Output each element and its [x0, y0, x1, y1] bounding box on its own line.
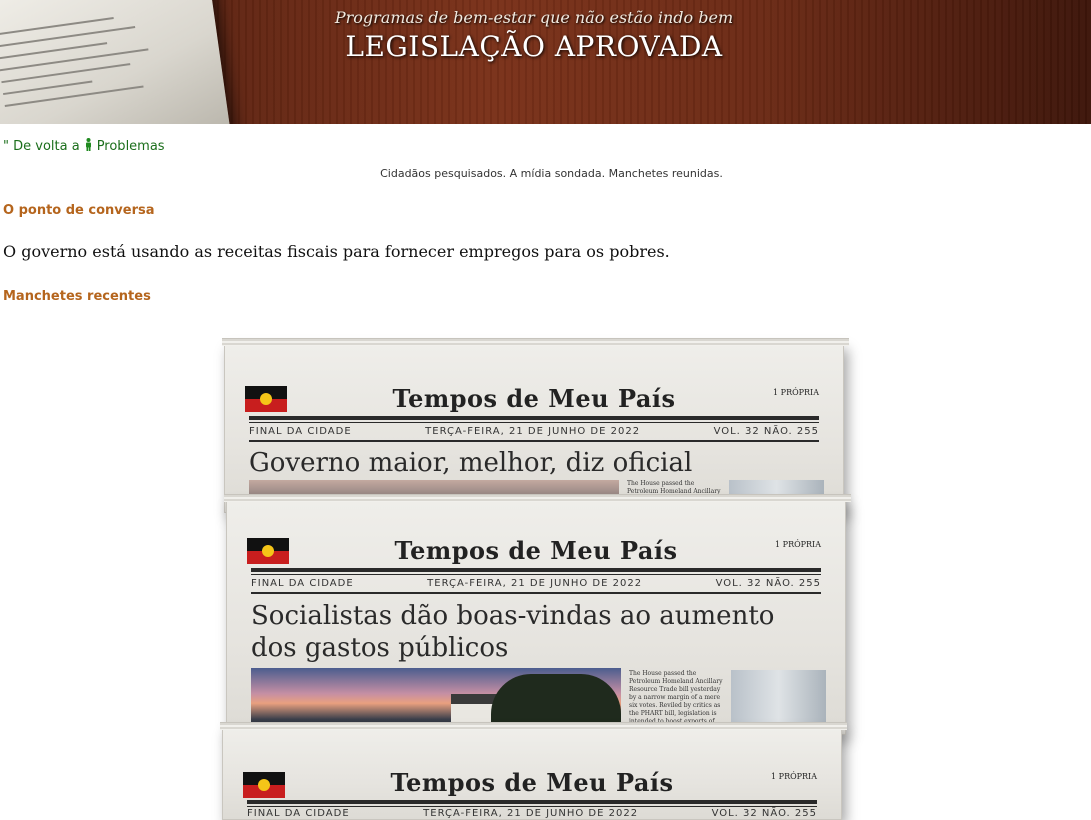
newspaper-masthead: Tempos de Meu País [390, 768, 674, 797]
newspaper-date: TERÇA-FEIRA, 21 DE JUNHO DE 2022 [425, 426, 641, 437]
newspaper-section: FINAL DA CIDADE [251, 578, 354, 589]
newspaper-edition: 1 PRÓPRIA [771, 772, 817, 781]
newspaper-stack: Tempos de Meu País 1 PRÓPRIA FINAL DA CI… [218, 335, 868, 820]
newspaper-dateline: FINAL DA CIDADE TERÇA-FEIRA, 21 DE JUNHO… [251, 578, 821, 589]
newspaper-1: Tempos de Meu País 1 PRÓPRIA FINAL DA CI… [222, 338, 849, 513]
banner-subtitle: Programas de bem-estar que não estão ind… [334, 8, 734, 27]
back-link[interactable]: " De volta a Problemas [3, 138, 165, 155]
newspaper-masthead: Tempos de Meu País [392, 384, 676, 413]
recent-headlines-heading: Manchetes recentes [3, 289, 151, 304]
newspaper-date: TERÇA-FEIRA, 21 DE JUNHO DE 2022 [427, 578, 643, 589]
newspaper-section: FINAL DA CIDADE [247, 808, 350, 819]
talking-point-heading: O ponto de conversa [3, 203, 155, 218]
talking-point-text: O governo está usando as receitas fiscai… [3, 242, 670, 261]
newspaper-section: FINAL DA CIDADE [249, 426, 352, 437]
newspaper-2: Tempos de Meu País 1 PRÓPRIA FINAL DA CI… [224, 494, 851, 735]
newspaper-edition: 1 PRÓPRIA [775, 540, 821, 549]
newspaper-side-photo [731, 670, 826, 730]
banner-title: LEGISLAÇÃO APROVADA [345, 30, 723, 63]
newspaper-dateline: FINAL DA CIDADE TERÇA-FEIRA, 21 DE JUNHO… [249, 426, 819, 437]
newspaper-volume: VOL. 32 NÃO. 255 [715, 578, 821, 589]
person-icon [84, 138, 93, 155]
back-link-problems[interactable]: Problemas [97, 139, 165, 154]
tagline: Cidadãos pesquisados. A mídia sondada. M… [380, 167, 723, 180]
header-banner: Programas de bem-estar que não estão ind… [0, 0, 1091, 124]
newspaper-edition: 1 PRÓPRIA [773, 388, 819, 397]
newspaper-headline: Governo maior, melhor, diz oficial [249, 448, 693, 478]
newspaper-date: TERÇA-FEIRA, 21 DE JUNHO DE 2022 [423, 808, 639, 819]
newspaper-dateline: FINAL DA CIDADE TERÇA-FEIRA, 21 DE JUNHO… [247, 808, 817, 819]
newspaper-masthead: Tempos de Meu País [394, 536, 678, 565]
newspaper-volume: VOL. 32 NÃO. 255 [711, 808, 817, 819]
newspaper-volume: VOL. 32 NÃO. 255 [713, 426, 819, 437]
newspaper-headline: Socialistas dão boas-vindas ao aumento d… [251, 601, 775, 663]
back-prefix: " De volta a [3, 139, 80, 154]
newspaper-3: Tempos de Meu País 1 PRÓPRIA FINAL DA CI… [220, 722, 847, 820]
